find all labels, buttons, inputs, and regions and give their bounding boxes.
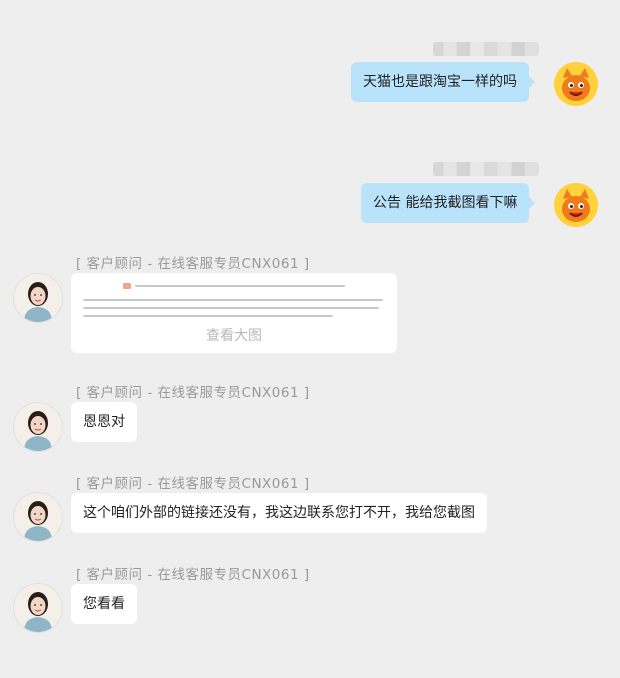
sender-label: [ 客户顾问 - 在线客服专员CNX061 ] — [76, 476, 310, 492]
message-text: 恩恩对 — [83, 414, 125, 430]
sender-label: [ 客户顾问 - 在线客服专员CNX061 ] — [76, 567, 310, 583]
tmall-mascot-icon[interactable] — [554, 183, 598, 227]
blurred-username — [433, 162, 539, 176]
tmall-mascot-icon[interactable] — [554, 62, 598, 106]
agent-message-bubble: 您看看 — [71, 584, 137, 624]
message-text: 这个咱们外部的链接还没有，我这边联系您打不开，我给您截图 — [83, 505, 475, 521]
agent-message-bubble: 这个咱们外部的链接还没有，我这边联系您打不开，我给您截图 — [71, 493, 487, 533]
doc-badge-icon — [123, 283, 131, 289]
user-message-bubble: 天猫也是跟淘宝一样的吗 — [351, 62, 535, 102]
message-text: 天猫也是跟淘宝一样的吗 — [363, 74, 517, 90]
agent-avatar[interactable] — [13, 583, 63, 633]
agent-avatar[interactable] — [13, 402, 63, 452]
view-full-image-link[interactable]: 查看大图 — [71, 325, 397, 345]
message-text: 公告 能给我截图看下嘛 — [373, 195, 518, 211]
agent-avatar[interactable] — [13, 492, 63, 542]
agent-avatar[interactable] — [13, 273, 63, 323]
user-message-bubble: 公告 能给我截图看下嘛 — [361, 183, 536, 223]
sender-label: [ 客户顾问 - 在线客服专员CNX061 ] — [76, 256, 310, 272]
sender-label: [ 客户顾问 - 在线客服专员CNX061 ] — [76, 385, 310, 401]
blurred-username — [433, 42, 539, 56]
message-text: 您看看 — [83, 596, 125, 612]
image-message-card[interactable]: 查看大图 — [71, 273, 397, 353]
agent-message-bubble: 恩恩对 — [71, 402, 137, 442]
